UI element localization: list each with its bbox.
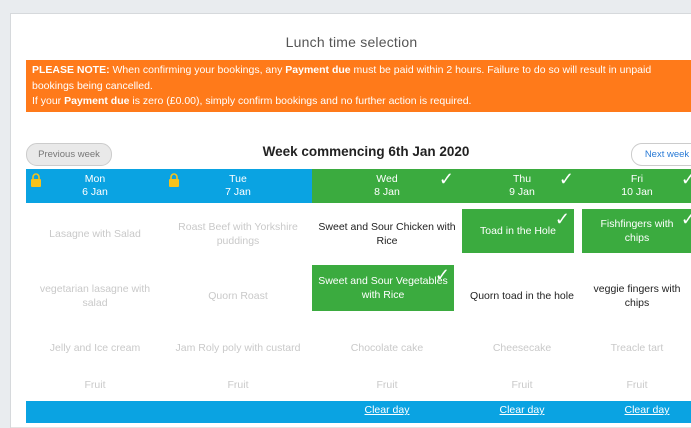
- day-name: Mon: [84, 173, 106, 185]
- next-week-button[interactable]: Next week: [631, 143, 691, 166]
- checkmark-icon: ✓: [434, 265, 450, 285]
- day-name: Tue: [229, 173, 247, 185]
- day-date: 6 Jan: [82, 186, 108, 198]
- clear-day-link-thu[interactable]: Clear day: [462, 404, 582, 416]
- day-name: Thu: [512, 173, 532, 185]
- day-header-tue: Tue 7 Jan: [164, 169, 312, 203]
- notice-payment-due-2: Payment due: [64, 95, 130, 107]
- meal-label: Sweet and Sour Vegetables with Rice: [318, 275, 448, 301]
- payment-notice: PLEASE NOTE: When confirming your bookin…: [26, 60, 691, 112]
- notice-text-4: is zero (£0.00), simply confirm bookings…: [129, 95, 472, 107]
- checkmark-icon: ✓: [681, 169, 691, 189]
- lunch-selection-panel: Lunch time selection PLEASE NOTE: When c…: [10, 13, 691, 428]
- meal-option[interactable]: Jelly and Ice cream: [26, 327, 164, 369]
- meal-option[interactable]: Jam Roly poly with custard: [164, 327, 312, 369]
- lock-icon: [169, 173, 179, 187]
- notice-payment-due: Payment due: [285, 64, 351, 76]
- meal-grid: Mon 6 Jan Tue 7 Jan ✓ Wed 8 Jan ✓ Thu 9 …: [26, 169, 691, 425]
- clear-day-link-wed[interactable]: Clear day: [327, 404, 447, 416]
- meal-option[interactable]: Sweet and Sour Chicken with Rice: [312, 203, 462, 265]
- day-date: 8 Jan: [374, 186, 400, 198]
- meal-option[interactable]: vegetarian lasagne with salad: [26, 265, 164, 327]
- day-date: 10 Jan: [621, 186, 653, 198]
- meal-option[interactable]: Fruit: [26, 369, 164, 401]
- clear-day-link-fri[interactable]: Clear day: [587, 404, 691, 416]
- meal-option[interactable]: veggie fingers with chips: [582, 265, 691, 327]
- day-header-thu: ✓ Thu 9 Jan: [462, 169, 582, 203]
- meal-option[interactable]: Fruit: [462, 369, 582, 401]
- day-header-mon: Mon 6 Jan: [26, 169, 164, 203]
- checkmark-icon: ✓: [558, 169, 574, 189]
- meal-option[interactable]: Quorn toad in the hole: [462, 265, 582, 327]
- meal-option[interactable]: Treacle tart: [582, 327, 691, 369]
- meal-option[interactable]: Cheesecake: [462, 327, 582, 369]
- meal-option-selected[interactable]: Fishfingers with chips ✓: [582, 209, 691, 253]
- meal-option[interactable]: Roast Beef with Yorkshire puddings: [164, 203, 312, 265]
- checkmark-icon: ✓: [554, 209, 570, 229]
- meal-option-selected[interactable]: Toad in the Hole ✓: [462, 209, 574, 253]
- meal-label: Toad in the Hole: [480, 225, 556, 237]
- checkmark-icon: ✓: [681, 209, 691, 229]
- meal-label: Fishfingers with chips: [600, 218, 674, 244]
- week-title: Week commencing 6th Jan 2020: [262, 144, 470, 159]
- lock-icon: [31, 173, 41, 187]
- meal-option[interactable]: Fruit: [582, 369, 691, 401]
- meal-option[interactable]: Fruit: [164, 369, 312, 401]
- day-name: Wed: [376, 173, 398, 185]
- day-date: 7 Jan: [225, 186, 251, 198]
- meal-option[interactable]: Lasagne with Salad: [26, 203, 164, 265]
- page-title: Lunch time selection: [285, 34, 418, 50]
- meal-option[interactable]: Chocolate cake: [312, 327, 462, 369]
- meal-option[interactable]: Quorn Roast: [164, 265, 312, 327]
- week-navigation: Previous week Week commencing 6th Jan 20…: [26, 132, 691, 166]
- checkmark-icon: ✓: [438, 169, 454, 189]
- meal-option-selected[interactable]: Sweet and Sour Vegetables with Rice ✓: [312, 265, 454, 311]
- clear-day-bar: Clear day Clear day Clear day: [26, 401, 691, 423]
- day-header-wed: ✓ Wed 8 Jan: [312, 169, 462, 203]
- day-name: Fri: [630, 173, 644, 185]
- previous-week-button[interactable]: Previous week: [26, 143, 112, 166]
- day-date: 9 Jan: [509, 186, 535, 198]
- day-header-fri: ✓ Fri 10 Jan: [582, 169, 691, 203]
- notice-text-3: If your: [32, 95, 65, 107]
- notice-text-1: When confirming your bookings, any: [109, 64, 286, 76]
- notice-label: PLEASE NOTE:: [32, 64, 110, 76]
- meal-option[interactable]: Fruit: [312, 369, 462, 401]
